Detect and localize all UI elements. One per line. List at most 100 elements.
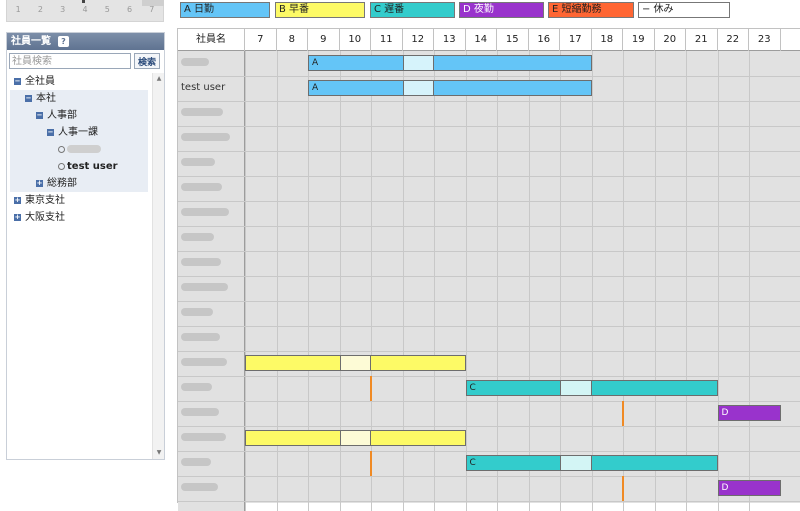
redacted-name <box>181 458 211 466</box>
tree-node[interactable]: − 全社員 <box>10 73 148 90</box>
redacted-name <box>181 333 220 341</box>
shift-bar[interactable]: C <box>465 380 718 396</box>
tree-node-label: 総務部 <box>47 178 77 189</box>
employee-name-cell[interactable] <box>181 176 222 200</box>
calendar-day[interactable]: 4 <box>74 5 96 14</box>
collapse-icon[interactable]: − <box>47 128 54 136</box>
employee-name-cell[interactable] <box>181 251 221 275</box>
legend-item: D 夜勤 <box>459 2 544 18</box>
employee-name-cell[interactable] <box>181 426 226 450</box>
hour-header-cell: 19 <box>623 29 655 51</box>
redacted-name <box>181 58 209 66</box>
employee-name-cell[interactable] <box>181 126 230 150</box>
collapse-icon[interactable]: − <box>36 111 43 119</box>
employee-name-cell[interactable] <box>181 326 220 350</box>
tree-node-label: 人事部 <box>47 110 77 121</box>
calendar-day[interactable]: 3 <box>52 5 74 14</box>
shift-bar[interactable]: D <box>717 480 781 496</box>
legend-label: C 遅番 <box>374 4 405 15</box>
redacted-name <box>181 283 228 291</box>
hour-header-cell: 8 <box>277 29 308 51</box>
shift-bar[interactable]: D <box>717 405 781 421</box>
tree-node[interactable]: test user <box>10 158 148 175</box>
hour-header-cell: 9 <box>308 29 340 51</box>
employee-name-cell[interactable] <box>181 151 215 175</box>
calendar-days-row: 1234567 <box>7 5 163 14</box>
row-gridline <box>178 451 800 452</box>
tree-node[interactable]: + 大阪支社 <box>10 209 148 226</box>
time-marker <box>370 451 372 476</box>
expand-icon[interactable]: + <box>14 196 21 204</box>
employee-search-input[interactable] <box>9 53 131 69</box>
collapse-icon[interactable]: − <box>25 94 32 102</box>
tree-node[interactable]: − 人事一課 <box>10 124 148 141</box>
calendar-day[interactable]: 2 <box>29 5 51 14</box>
shift-code: A <box>312 83 319 93</box>
shift-bar[interactable]: C <box>465 455 718 471</box>
hour-header-row: 社員名 7 8 9 10 11 12 13 14 15 16 17 18 19 20 21 22 23 <box>178 29 800 51</box>
row-gridline <box>178 476 800 477</box>
hour-gridline <box>749 51 750 511</box>
break-segment <box>560 381 592 395</box>
shift-bar[interactable]: A <box>308 80 592 96</box>
shift-code: D <box>721 408 729 418</box>
search-button[interactable]: 検索 <box>134 53 160 69</box>
employee-name-cell[interactable] <box>181 376 212 400</box>
calendar-day[interactable]: 1 <box>7 5 29 14</box>
scroll-up-arrow-icon[interactable]: ▲ <box>153 73 165 85</box>
scroll-down-arrow-icon[interactable]: ▼ <box>153 447 165 459</box>
employee-name-cell[interactable] <box>181 401 219 425</box>
redacted-name <box>181 158 215 166</box>
employee-list-header: 社員一覧 ? <box>7 33 164 50</box>
employee-name-cell[interactable]: test user <box>181 76 225 100</box>
hour-gridline <box>623 51 624 511</box>
hour-header-cell: 23 <box>749 29 781 51</box>
employee-name-cell[interactable] <box>181 226 214 250</box>
expand-icon[interactable]: + <box>14 213 21 221</box>
row-gridline <box>178 326 800 327</box>
redacted-name <box>181 383 212 391</box>
calendar-day[interactable]: 7 <box>141 5 163 14</box>
employee-name-cell[interactable] <box>181 476 218 500</box>
hour-gridline <box>591 51 593 511</box>
calendar-day[interactable]: 6 <box>118 5 140 14</box>
shift-bar[interactable]: A <box>308 55 592 71</box>
tree-node[interactable]: − 本社 <box>10 90 148 107</box>
hour-gridline <box>497 51 498 511</box>
employee-list-panel: 社員一覧 ? 検索 −全社員−本社−人事部−人事一課test user+総務部+… <box>6 32 165 460</box>
tree-scrollbar[interactable]: ▲ ▼ <box>152 73 164 459</box>
employee-name-cell[interactable] <box>181 451 211 475</box>
redacted-name <box>181 483 218 491</box>
help-icon[interactable]: ? <box>58 36 69 47</box>
tree-node[interactable]: − 人事部 <box>10 107 148 124</box>
employee-name-cell[interactable] <box>181 101 223 125</box>
tree-node-label: 本社 <box>36 93 56 104</box>
tree-node-label: 大阪支社 <box>25 212 65 223</box>
shift-bar[interactable] <box>245 355 466 371</box>
employee-name-cell[interactable] <box>181 301 213 325</box>
tree-node[interactable]: + 総務部 <box>10 175 148 192</box>
time-marker <box>370 376 372 401</box>
time-marker <box>622 401 624 426</box>
employee-name-cell[interactable] <box>181 276 228 300</box>
tree-node[interactable] <box>10 141 148 158</box>
collapse-icon[interactable]: − <box>14 77 21 85</box>
employee-name-cell[interactable] <box>181 351 227 375</box>
shift-bar[interactable] <box>245 430 466 446</box>
hour-header-cell: 20 <box>655 29 686 51</box>
employee-name-cell[interactable] <box>181 51 209 75</box>
employee-name-cell[interactable] <box>181 201 229 225</box>
calendar-day[interactable]: 5 <box>96 5 118 14</box>
break-segment <box>402 56 434 70</box>
break-segment <box>560 456 592 470</box>
expand-icon[interactable]: + <box>36 179 43 187</box>
tree-node[interactable]: + 東京支社 <box>10 192 148 209</box>
row-gridline <box>178 401 800 402</box>
hour-gridline <box>654 51 656 511</box>
break-segment <box>339 356 371 370</box>
employee-name-header: 社員名 <box>178 29 245 51</box>
user-icon <box>58 162 65 170</box>
legend-item: B 早番 <box>275 2 365 18</box>
hour-header-cell: 21 <box>686 29 718 51</box>
row-gridline <box>178 151 800 152</box>
